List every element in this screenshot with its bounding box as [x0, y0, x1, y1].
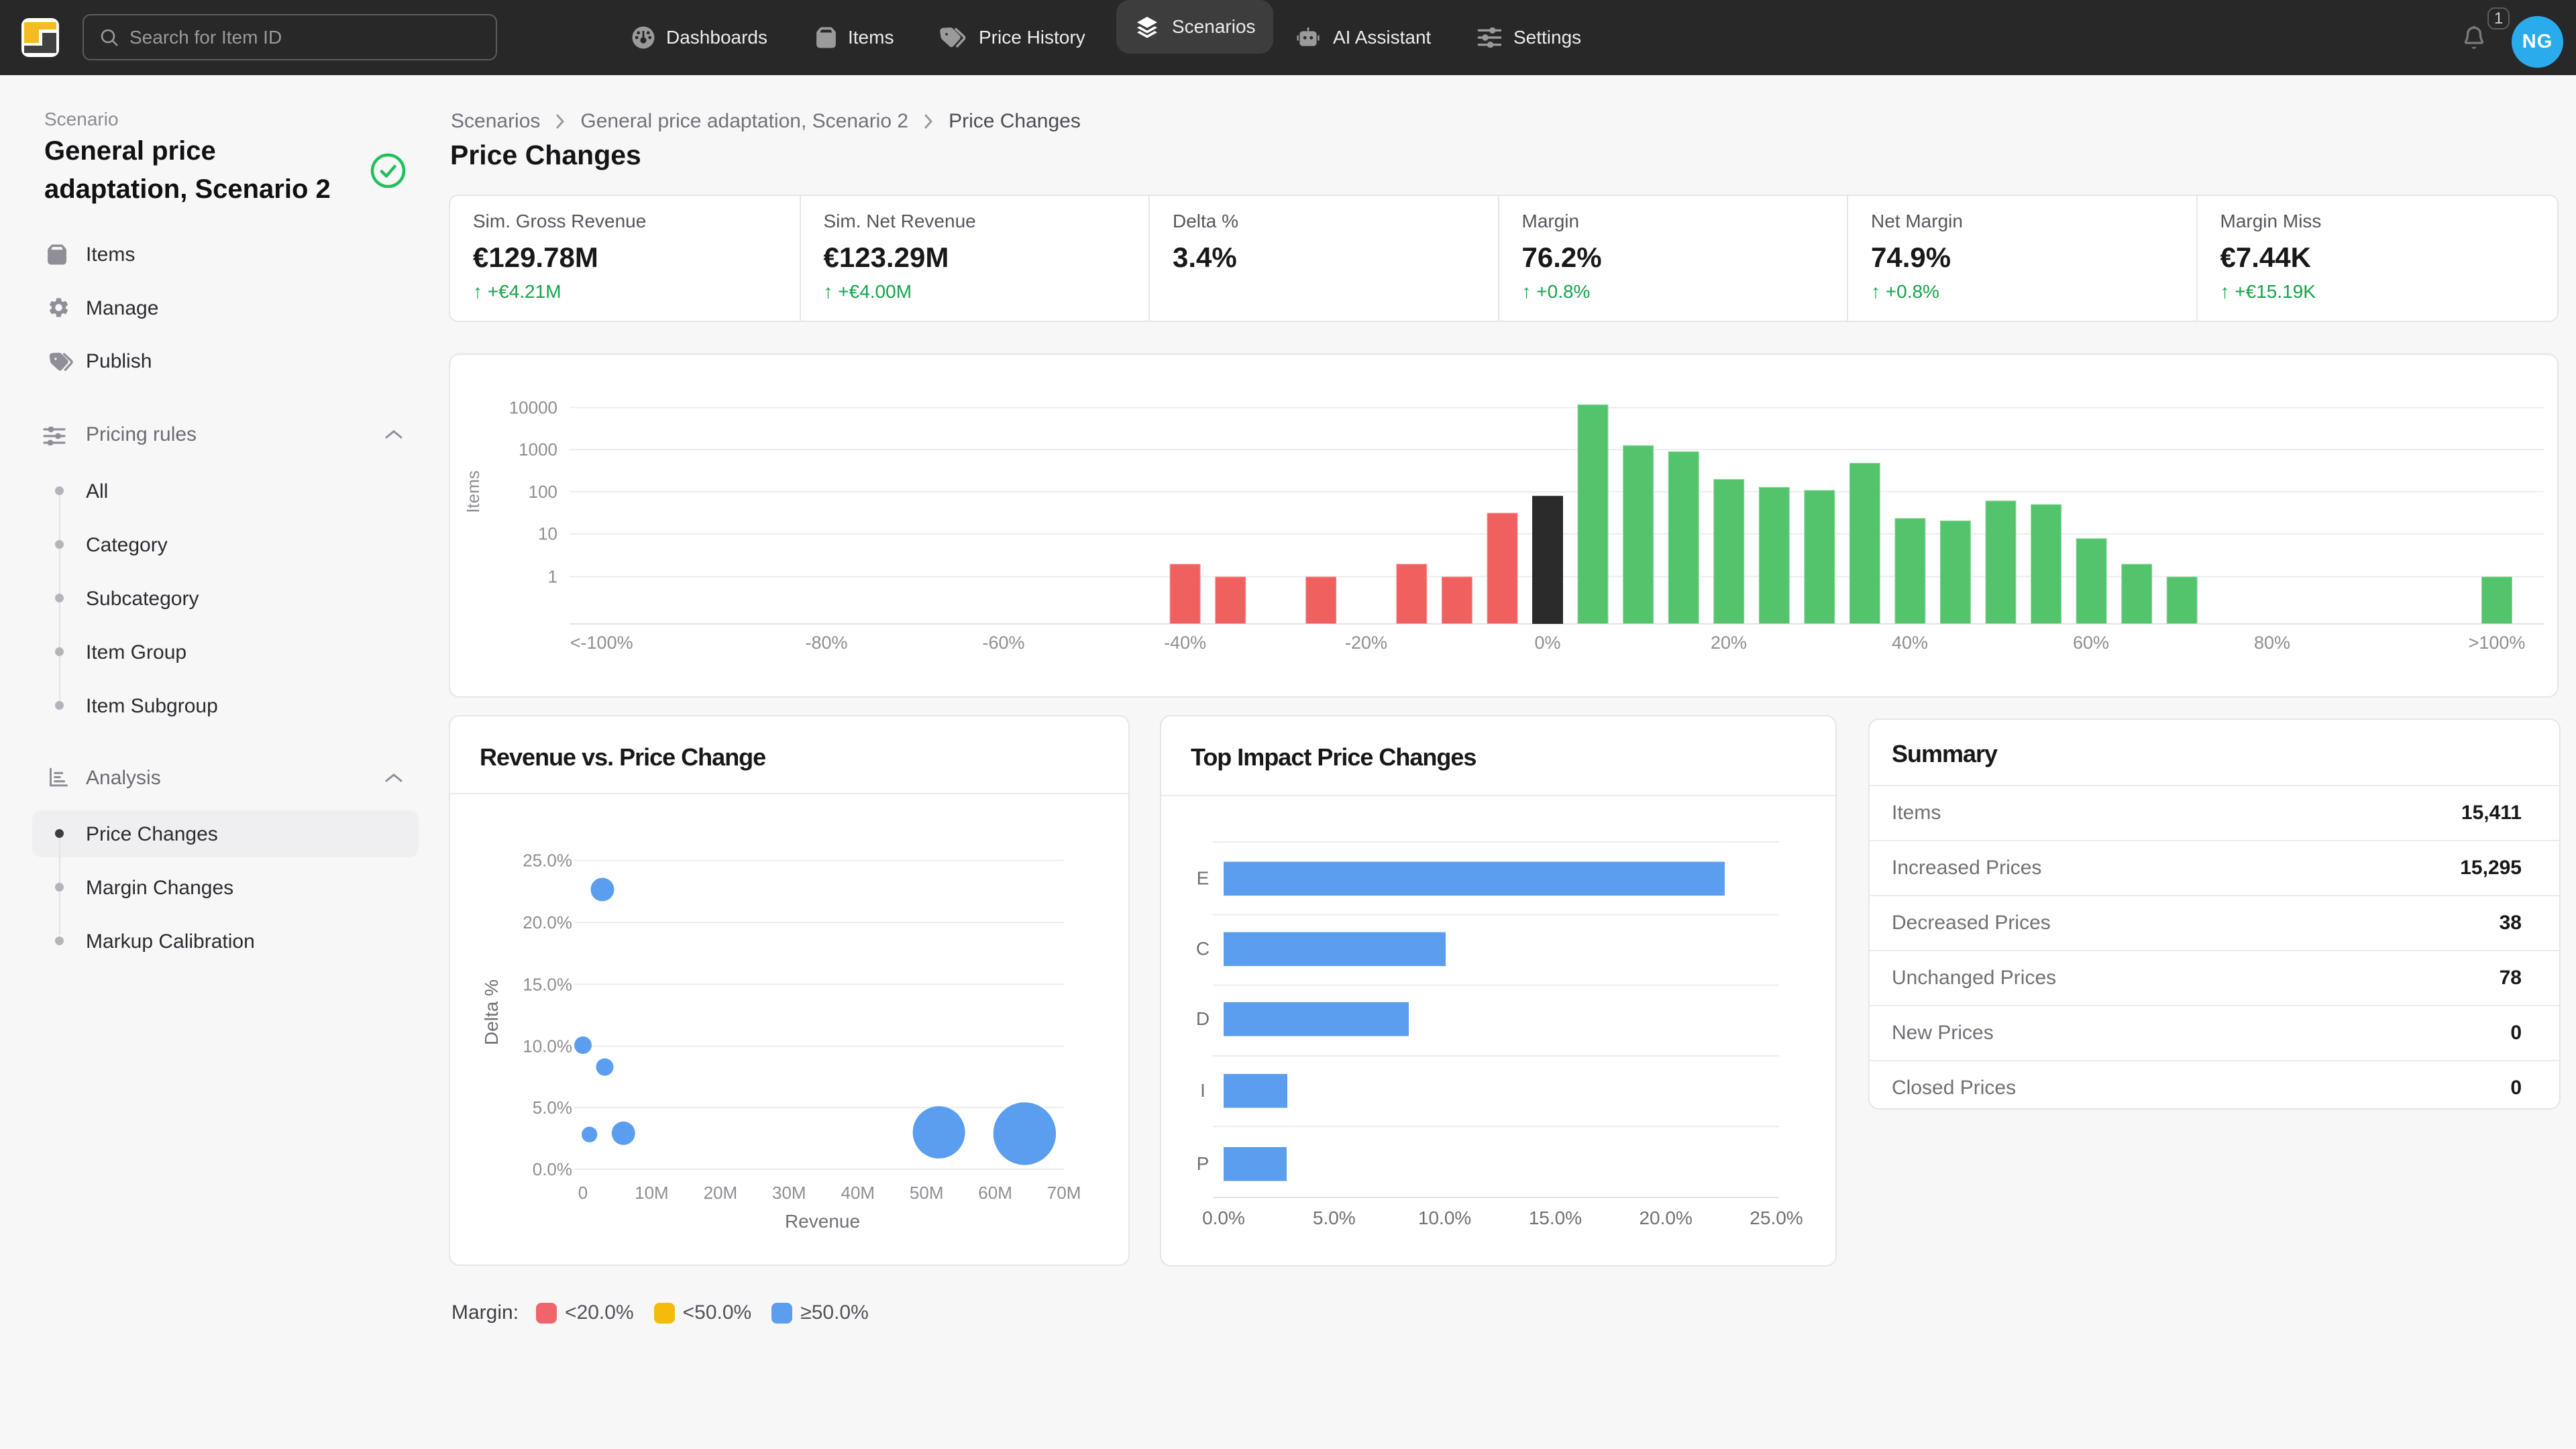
svg-text:I: I — [1200, 1080, 1205, 1101]
svg-text:20M: 20M — [704, 1183, 738, 1203]
svg-text:0%: 0% — [1534, 633, 1560, 653]
svg-text:20%: 20% — [1711, 633, 1747, 653]
svg-text:1: 1 — [548, 567, 557, 587]
svg-text:D: D — [1196, 1008, 1210, 1029]
svg-text:P: P — [1197, 1153, 1210, 1174]
svg-text:60M: 60M — [978, 1183, 1012, 1203]
svg-text:5.0%: 5.0% — [533, 1097, 572, 1118]
svg-text:10M: 10M — [635, 1183, 669, 1203]
svg-text:Revenue: Revenue — [785, 1211, 860, 1232]
svg-text:40M: 40M — [841, 1183, 875, 1203]
svg-text:15.0%: 15.0% — [523, 974, 572, 994]
svg-text:0.0%: 0.0% — [1202, 1208, 1245, 1228]
svg-text:-20%: -20% — [1345, 633, 1387, 653]
svg-text:-80%: -80% — [805, 633, 847, 653]
svg-text:Items: Items — [463, 470, 483, 513]
svg-text:60%: 60% — [2073, 633, 2109, 653]
svg-text:25.0%: 25.0% — [1750, 1208, 1803, 1228]
svg-text:30M: 30M — [772, 1183, 806, 1203]
svg-text:100: 100 — [529, 482, 557, 502]
svg-text:50M: 50M — [910, 1183, 944, 1203]
svg-text:40%: 40% — [1892, 633, 1928, 653]
svg-text:5.0%: 5.0% — [1313, 1208, 1356, 1228]
svg-text:0: 0 — [578, 1183, 588, 1203]
svg-text:C: C — [1196, 938, 1210, 959]
svg-text:<-100%: <-100% — [570, 633, 633, 653]
svg-text:80%: 80% — [2254, 633, 2290, 653]
svg-text:70M: 70M — [1047, 1183, 1081, 1203]
svg-text:20.0%: 20.0% — [1639, 1208, 1692, 1228]
svg-text:0.0%: 0.0% — [533, 1159, 572, 1179]
svg-text:25.0%: 25.0% — [523, 851, 572, 871]
svg-text:20.0%: 20.0% — [523, 912, 572, 932]
svg-text:-60%: -60% — [982, 633, 1024, 653]
svg-text:>100%: >100% — [2469, 633, 2526, 653]
svg-text:E: E — [1197, 868, 1210, 889]
svg-text:10: 10 — [538, 524, 557, 544]
svg-text:10000: 10000 — [509, 398, 557, 418]
svg-text:15.0%: 15.0% — [1529, 1208, 1582, 1228]
svg-text:10.0%: 10.0% — [1418, 1208, 1471, 1228]
svg-text:Delta %: Delta % — [481, 979, 502, 1045]
svg-text:-40%: -40% — [1164, 633, 1206, 653]
svg-text:10.0%: 10.0% — [523, 1036, 572, 1057]
svg-text:1000: 1000 — [519, 439, 557, 460]
